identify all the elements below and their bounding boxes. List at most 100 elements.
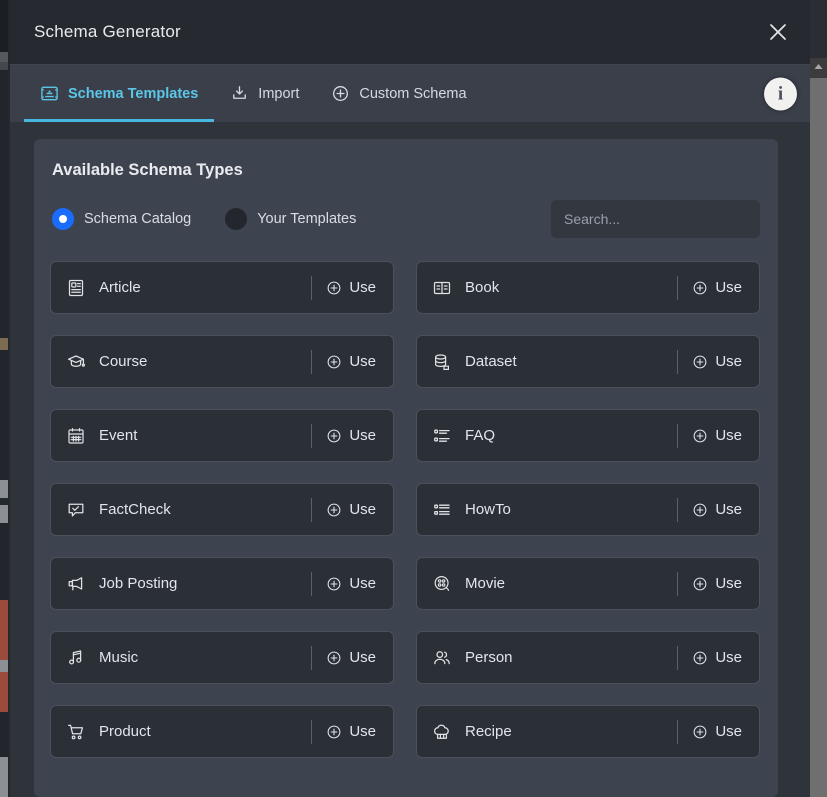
- use-button-label: Use: [715, 649, 742, 666]
- schema-card-label: FactCheck: [99, 501, 171, 518]
- radio-indicator-selected[interactable]: [52, 208, 74, 230]
- vertical-scrollbar[interactable]: [810, 58, 827, 797]
- schema-card-factcheck[interactable]: FactCheck Use: [50, 483, 394, 536]
- radio-your-templates[interactable]: Your Templates: [225, 208, 356, 230]
- dialog-body: Available Schema Types Schema Catalog Yo…: [10, 122, 827, 797]
- use-button[interactable]: Use: [312, 706, 393, 757]
- use-button[interactable]: Use: [678, 706, 759, 757]
- use-button[interactable]: Use: [312, 410, 393, 461]
- use-button-label: Use: [349, 723, 376, 740]
- schema-card-person[interactable]: Person Use: [416, 631, 760, 684]
- schema-generator-dialog: Schema Generator Schema Templates Import…: [10, 0, 827, 797]
- available-schema-types-panel: Available Schema Types Schema Catalog Yo…: [34, 139, 778, 797]
- schema-card-label: Course: [99, 353, 148, 370]
- tab-label: Import: [258, 85, 300, 102]
- bg-fragment: [0, 338, 8, 350]
- use-button-label: Use: [349, 353, 376, 370]
- info-icon[interactable]: i: [764, 77, 797, 110]
- tab-schema-templates[interactable]: Schema Templates: [24, 65, 215, 122]
- schema-card-recipe[interactable]: Recipe Use: [416, 705, 760, 758]
- use-button-label: Use: [349, 427, 376, 444]
- list-bullet-icon: [431, 425, 453, 447]
- schema-card-faq[interactable]: FAQ Use: [416, 409, 760, 462]
- plus-circle-icon: [326, 502, 342, 518]
- use-button[interactable]: Use: [678, 484, 759, 535]
- bg-fragment: [0, 0, 8, 52]
- radio-indicator-unselected[interactable]: [225, 208, 248, 230]
- schema-card-event[interactable]: Event Use: [50, 409, 394, 462]
- article-icon: [65, 277, 87, 299]
- schema-card-label: Article: [99, 279, 141, 296]
- schema-card-product[interactable]: Product Use: [50, 705, 394, 758]
- plus-circle-icon: [692, 724, 708, 740]
- use-button-label: Use: [349, 649, 376, 666]
- bg-fragment: [0, 660, 8, 672]
- tab-label: Schema Templates: [68, 85, 199, 102]
- shopping-cart-icon: [65, 721, 87, 743]
- tab-custom-schema[interactable]: Custom Schema: [315, 65, 482, 122]
- plus-circle-icon: [692, 576, 708, 592]
- list-steps-icon: [431, 499, 453, 521]
- use-button[interactable]: Use: [312, 632, 393, 683]
- schema-card-label: FAQ: [465, 427, 496, 444]
- background-page-strip: [0, 0, 10, 797]
- plus-circle-icon: [326, 428, 342, 444]
- database-icon: [431, 351, 453, 373]
- schema-card-label: Product: [99, 723, 151, 740]
- bg-fragment: [0, 757, 8, 797]
- use-button[interactable]: Use: [312, 484, 393, 535]
- chevron-up-icon[interactable]: [810, 58, 827, 75]
- use-button[interactable]: Use: [678, 632, 759, 683]
- scrollbar-thumb[interactable]: [810, 78, 827, 797]
- panel-title: Available Schema Types: [52, 161, 243, 179]
- use-button-label: Use: [715, 723, 742, 740]
- schema-card-label: HowTo: [465, 501, 511, 518]
- panel-controls-row: Schema Catalog Your Templates: [52, 199, 760, 239]
- schema-card-course[interactable]: Course Use: [50, 335, 394, 388]
- tab-label: Custom Schema: [359, 85, 467, 102]
- schema-card-dataset[interactable]: Dataset Use: [416, 335, 760, 388]
- plus-circle-icon: [692, 428, 708, 444]
- search-input[interactable]: [551, 200, 760, 238]
- use-button[interactable]: Use: [312, 262, 393, 313]
- info-glyph: i: [777, 83, 784, 104]
- schema-card-book[interactable]: Book Use: [416, 261, 760, 314]
- plus-circle-icon: [692, 650, 708, 666]
- schema-card-article[interactable]: Article Use: [50, 261, 394, 314]
- schema-card-label: Movie: [465, 575, 506, 592]
- bg-fragment: [0, 62, 8, 70]
- dialog-titlebar: Schema Generator: [10, 0, 827, 64]
- schema-card-label: Person: [465, 649, 513, 666]
- schema-card-label: Dataset: [465, 353, 517, 370]
- schema-card-label: Music: [99, 649, 139, 666]
- schema-card-music[interactable]: Music Use: [50, 631, 394, 684]
- plus-circle-icon: [326, 576, 342, 592]
- bg-fragment: [0, 70, 8, 338]
- schema-card-howto[interactable]: HowTo Use: [416, 483, 760, 536]
- use-button[interactable]: Use: [678, 558, 759, 609]
- plus-circle-icon: [692, 502, 708, 518]
- bg-fragment: [0, 350, 8, 480]
- use-button-label: Use: [349, 575, 376, 592]
- use-button[interactable]: Use: [312, 336, 393, 387]
- use-button[interactable]: Use: [678, 262, 759, 313]
- schema-card-movie[interactable]: Movie Use: [416, 557, 760, 610]
- schema-card-label: Event: [99, 427, 138, 444]
- use-button-label: Use: [715, 575, 742, 592]
- use-button[interactable]: Use: [312, 558, 393, 609]
- book-icon: [431, 277, 453, 299]
- dialog-tabbar: Schema Templates Import Custom Schema i: [10, 64, 827, 122]
- schema-card-job-posting[interactable]: Job Posting Use: [50, 557, 394, 610]
- plus-circle-icon: [692, 354, 708, 370]
- music-note-icon: [65, 647, 87, 669]
- bg-fragment: [0, 505, 8, 523]
- tab-import[interactable]: Import: [214, 65, 315, 122]
- use-button[interactable]: Use: [678, 336, 759, 387]
- check-speech-bubble-icon: [65, 499, 87, 521]
- close-icon[interactable]: [761, 15, 795, 49]
- bg-fragment: [0, 712, 8, 757]
- schema-card-label: Book: [465, 279, 500, 296]
- radio-schema-catalog[interactable]: Schema Catalog: [52, 208, 191, 230]
- plus-circle-icon: [326, 650, 342, 666]
- use-button[interactable]: Use: [678, 410, 759, 461]
